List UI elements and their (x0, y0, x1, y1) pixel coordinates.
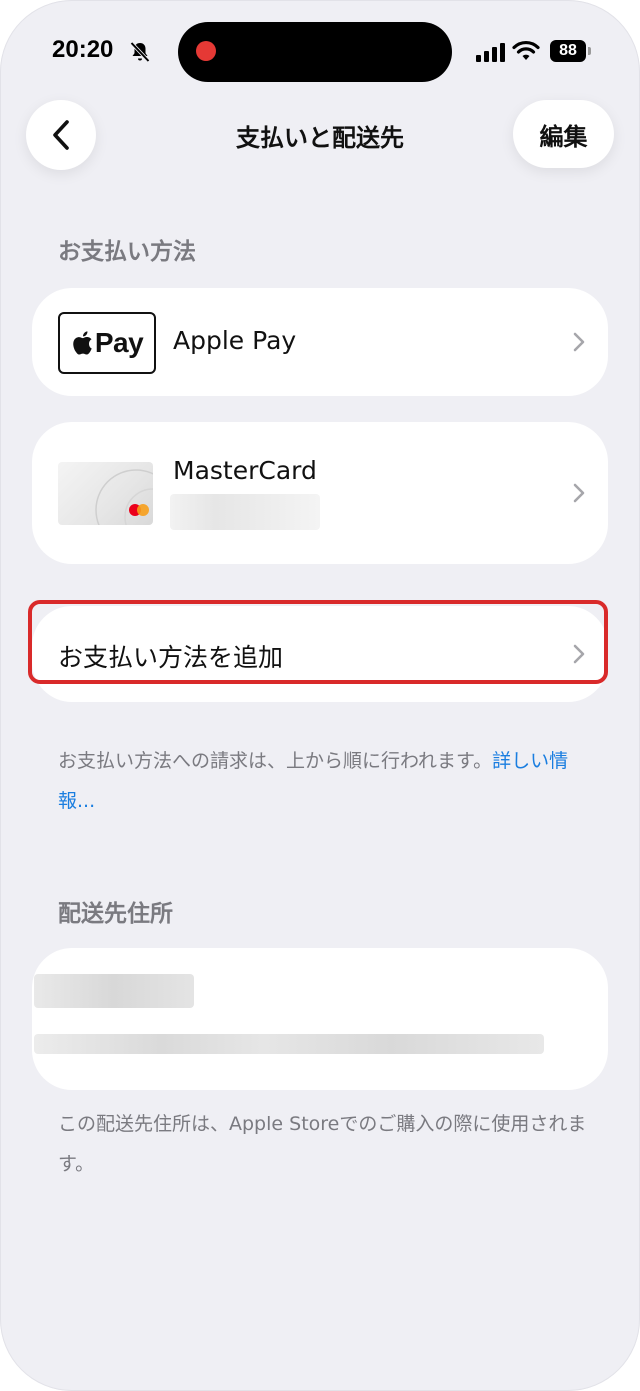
address-line-redacted (34, 1034, 544, 1054)
battery-indicator: 88 (550, 40, 586, 62)
highlight-box (28, 600, 608, 684)
card-thumbnail (58, 462, 153, 525)
bell-muted-icon (130, 41, 150, 63)
apple-logo-icon (73, 331, 92, 355)
shipping-address-row[interactable] (32, 948, 608, 1090)
cellular-signal-icon (476, 43, 505, 62)
apple-pay-logo-text: Pay (94, 327, 144, 358)
screen: 20:20 88 支払いと配送先 編集 お支払い方法 Pay Apple Pay… (0, 0, 640, 1391)
battery-nub (588, 47, 591, 55)
chevron-right-icon (573, 332, 585, 352)
apple-pay-logo: Pay (58, 312, 156, 374)
chevron-right-icon (573, 483, 585, 503)
recording-indicator-icon (196, 41, 216, 61)
apple-pay-label: Apple Pay (173, 326, 297, 355)
address-name-redacted (34, 974, 194, 1008)
edit-button[interactable]: 編集 (513, 100, 614, 168)
payment-section-title: お支払い方法 (58, 239, 196, 265)
shipping-note: この配送先住所は、Apple Storeでのご購入の際に使用されます。 (58, 1113, 587, 1175)
mastercard-logo-icon (129, 504, 149, 516)
mastercard-row[interactable]: MasterCard (32, 422, 608, 564)
dynamic-island (178, 22, 452, 82)
wifi-icon (512, 40, 540, 60)
apple-pay-row[interactable]: Pay Apple Pay (32, 288, 608, 396)
payment-note: お支払い方法への請求は、上から順に行われます。詳しい情報... (58, 741, 588, 821)
card-number-redacted (170, 494, 320, 530)
status-time: 20:20 (52, 36, 114, 63)
shipping-section-title: 配送先住所 (58, 901, 173, 927)
payment-note-text: お支払い方法への請求は、上から順に行われます。 (58, 750, 493, 772)
mastercard-label: MasterCard (173, 456, 317, 485)
